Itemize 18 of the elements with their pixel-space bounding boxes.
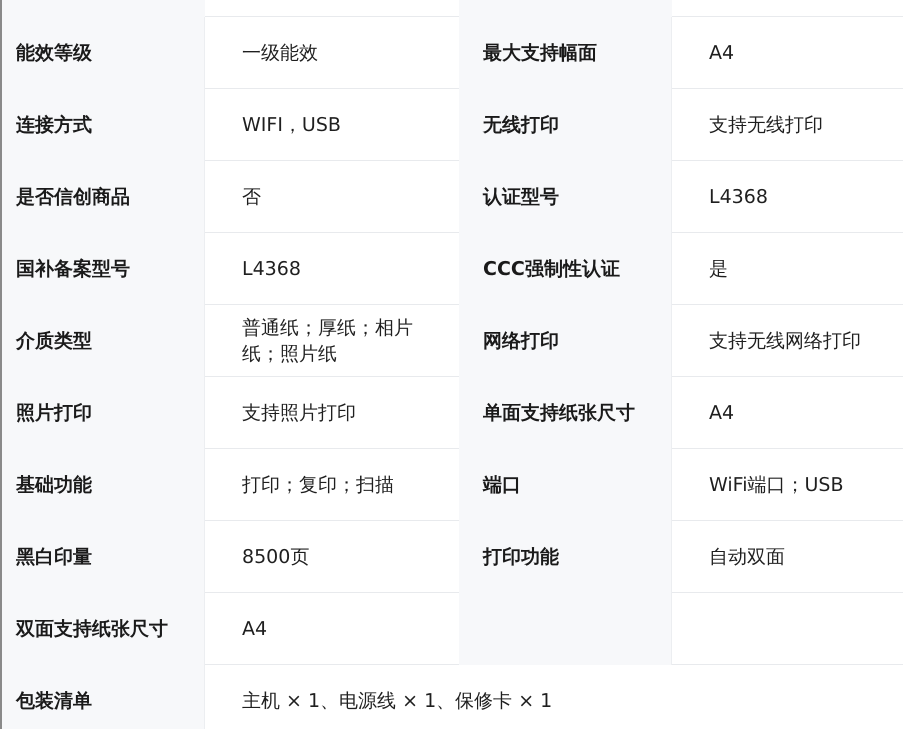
- spec-label: 能效等级: [2, 17, 205, 89]
- spec-label: 介质类型: [2, 305, 205, 377]
- spec-label: 最大支持幅面: [459, 17, 672, 89]
- spec-label: 包装清单: [2, 665, 205, 729]
- spec-label: 端口: [459, 449, 672, 521]
- spec-label: 照片打印: [2, 377, 205, 449]
- spec-label: 打印功能: [459, 521, 672, 593]
- spec-label: 国补备案型号: [2, 233, 205, 305]
- spec-label: 连接方式: [2, 89, 205, 161]
- spec-label: 基础功能: [2, 449, 205, 521]
- spec-label: 单面支持纸张尺寸: [459, 377, 672, 449]
- spec-label: CCC强制性认证: [459, 233, 672, 305]
- spec-label: 无线打印: [459, 89, 672, 161]
- spec-label: 黑白印量: [2, 521, 205, 593]
- spec-label: 双面支持纸张尺寸: [2, 593, 205, 665]
- spec-label: 是否信创商品: [2, 161, 205, 233]
- spec-label: 认证型号: [459, 161, 672, 233]
- spec-label: 网络打印: [459, 305, 672, 377]
